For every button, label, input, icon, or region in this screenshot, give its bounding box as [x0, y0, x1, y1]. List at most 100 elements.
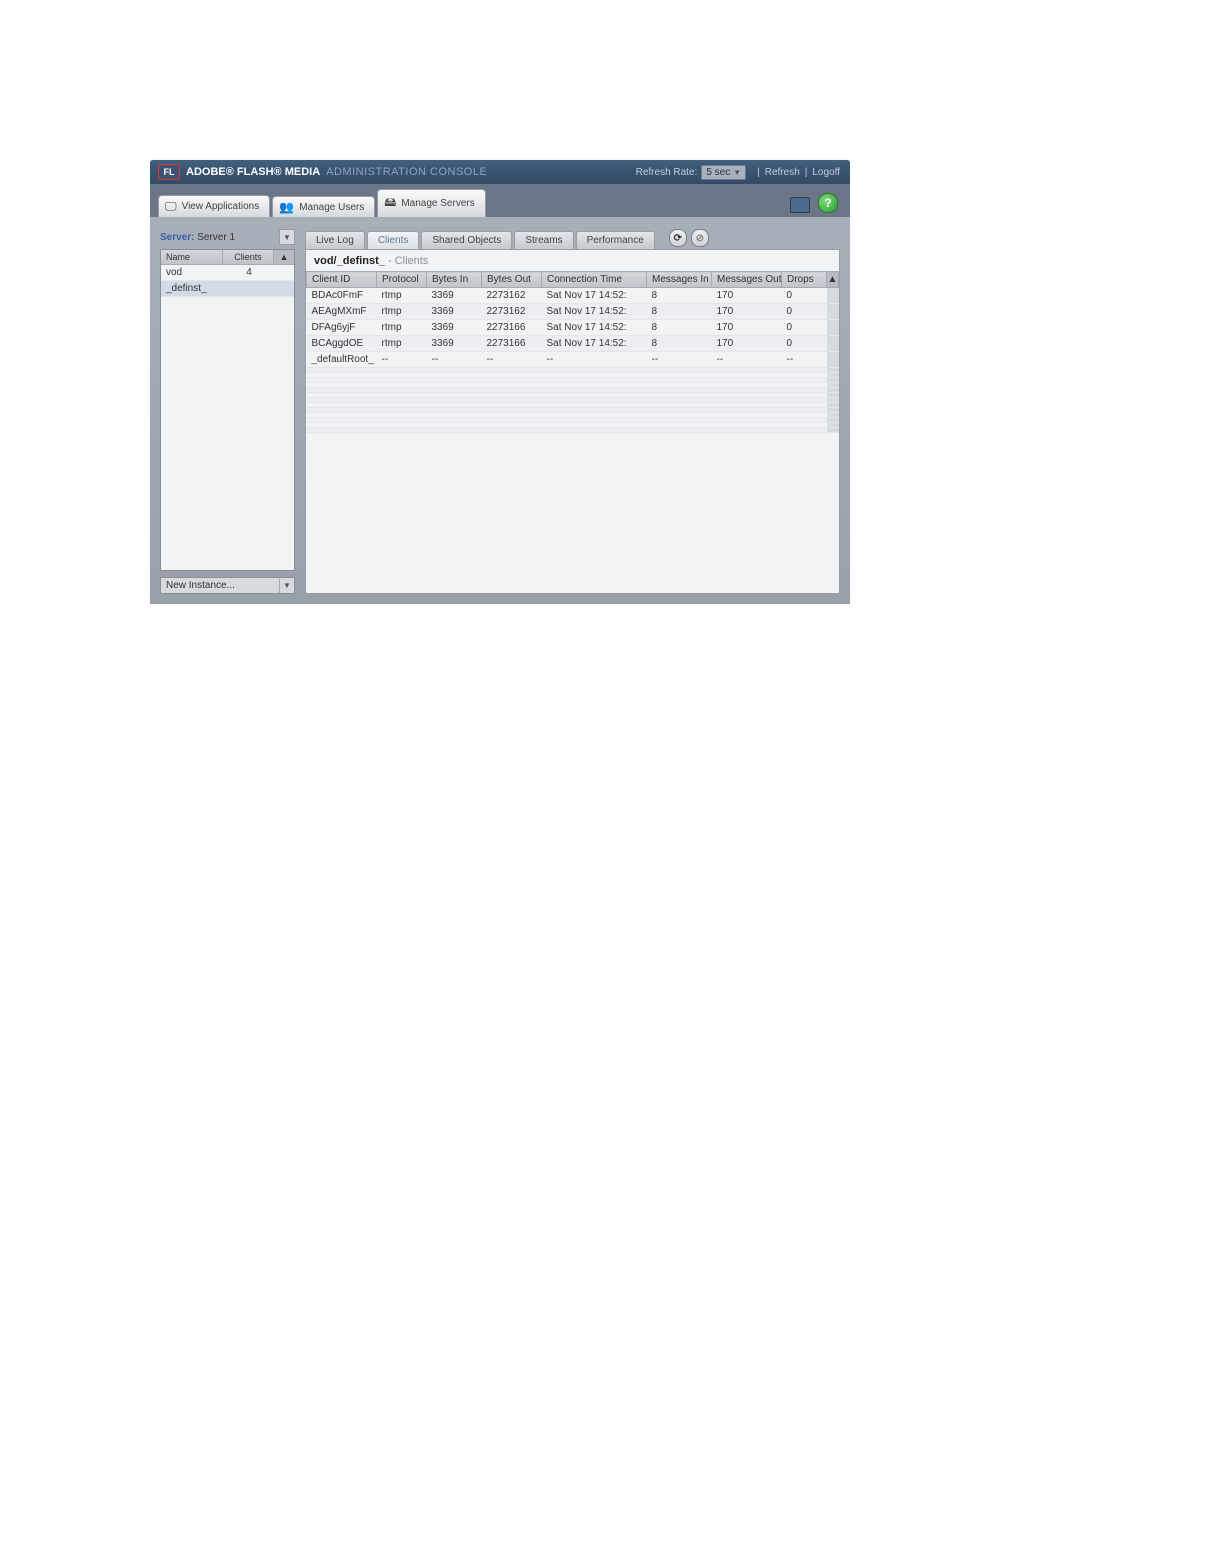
cell-client-id: AEAgMXmF	[307, 304, 377, 320]
cell-client-id: BCAggdOE	[307, 336, 377, 352]
separator: |	[805, 167, 808, 178]
refresh-rate-label: Refresh Rate:	[636, 167, 698, 178]
cell-messages-out: 170	[712, 336, 782, 352]
panel-title: vod/_definst_ - Clients	[306, 250, 839, 271]
cell-messages-in: --	[647, 352, 712, 368]
scrollbar-track[interactable]	[827, 288, 839, 304]
stop-button[interactable]: ⊘	[691, 229, 709, 247]
clients-table: Client ID Protocol Bytes In Bytes Out Co…	[306, 271, 839, 433]
col-name[interactable]: Name	[161, 250, 223, 264]
scroll-up-icon[interactable]: ▲	[827, 272, 839, 288]
tab-shared-objects[interactable]: Shared Objects	[421, 231, 512, 249]
table-row	[307, 428, 839, 433]
col-client-id[interactable]: Client ID	[307, 272, 377, 288]
top-controls: Refresh Rate: 5 sec ▼ | Refresh | Logoff	[636, 165, 840, 180]
cell-bytes-in: --	[427, 352, 482, 368]
reload-button[interactable]: ⟳	[669, 229, 687, 247]
logoff-link[interactable]: Logoff	[812, 167, 840, 178]
cell-bytes-out: 2273166	[482, 320, 542, 336]
cell-drops: --	[782, 352, 827, 368]
section-name: - Clients	[388, 255, 428, 267]
tab-streams[interactable]: Streams	[514, 231, 573, 249]
tab-manage-users[interactable]: 👥 Manage Users	[272, 196, 375, 217]
cell-messages-out: 170	[712, 304, 782, 320]
tab-clients[interactable]: Clients	[367, 231, 420, 249]
cell-client-id	[307, 428, 377, 433]
cell-protocol: rtmp	[377, 288, 427, 304]
new-instance-button[interactable]: New Instance... ▼	[160, 577, 295, 594]
app-clients	[224, 281, 274, 296]
col-bytes-in[interactable]: Bytes In	[427, 272, 482, 288]
scrollbar-track[interactable]	[827, 428, 839, 433]
users-icon: 👥	[279, 200, 294, 214]
table-row[interactable]: AEAgMXmFrtmp33692273162Sat Nov 17 14:52:…	[307, 304, 839, 320]
application-list: Name Clients ▲ vod 4 _definst_	[160, 249, 295, 571]
list-item[interactable]: _definst_	[161, 281, 294, 297]
cell-bytes-out: --	[482, 352, 542, 368]
new-instance-label: New Instance...	[161, 578, 279, 593]
col-connection-time[interactable]: Connection Time	[542, 272, 647, 288]
cell-bytes-in: 3369	[427, 304, 482, 320]
cell-messages-out: --	[712, 352, 782, 368]
clients-panel: vod/_definst_ - Clients Client ID Protoc…	[305, 249, 840, 594]
cell-messages-in: 8	[647, 320, 712, 336]
tab-manage-servers[interactable]: 🖴 Manage Servers	[377, 189, 486, 217]
scrollbar-track[interactable]	[827, 352, 839, 368]
col-protocol[interactable]: Protocol	[377, 272, 427, 288]
cell-messages-in: 8	[647, 288, 712, 304]
instance-name: vod/_definst_	[314, 255, 385, 267]
tab-view-applications[interactable]: 🖵 View Applications	[158, 195, 270, 217]
cell-drops: 0	[782, 320, 827, 336]
cell-bytes-in	[427, 428, 482, 433]
display-icon[interactable]	[790, 197, 810, 213]
cell-bytes-in: 3369	[427, 288, 482, 304]
tab-live-log[interactable]: Live Log	[305, 231, 365, 249]
table-row[interactable]: BCAggdOErtmp33692273166Sat Nov 17 14:52:…	[307, 336, 839, 352]
cell-messages-in: 8	[647, 304, 712, 320]
scrollbar-track[interactable]	[827, 320, 839, 336]
chevron-down-icon: ▼	[733, 168, 741, 177]
col-clients[interactable]: Clients	[223, 250, 274, 264]
server-icon: 🖴	[384, 193, 396, 214]
help-icon[interactable]: ?	[818, 193, 838, 213]
refresh-rate-select[interactable]: 5 sec ▼	[701, 165, 746, 180]
tab-label: View Applications	[182, 201, 260, 212]
cell-client-id: _defaultRoot_	[307, 352, 377, 368]
app-clients: 4	[224, 265, 274, 280]
cell-drops	[782, 428, 827, 433]
cell-connection-time: Sat Nov 17 14:52:	[542, 320, 647, 336]
col-bytes-out[interactable]: Bytes Out	[482, 272, 542, 288]
scroll-up-icon[interactable]: ▲	[274, 250, 294, 264]
col-drops[interactable]: Drops	[782, 272, 827, 288]
logo-icon: FL	[158, 164, 180, 180]
tab-performance[interactable]: Performance	[576, 231, 655, 249]
scrollbar-track[interactable]	[827, 304, 839, 320]
cell-connection-time: Sat Nov 17 14:52:	[542, 336, 647, 352]
table-row[interactable]: DFAg6yjFrtmp33692273166Sat Nov 17 14:52:…	[307, 320, 839, 336]
title-bar: FL ADOBE® FLASH® MEDIA ADMINISTRATION CO…	[150, 160, 850, 184]
brand-subtext: ADMINISTRATION CONSOLE	[326, 166, 487, 178]
list-item[interactable]: vod 4	[161, 265, 294, 281]
tab-label: Manage Users	[299, 202, 364, 213]
table-row[interactable]: _defaultRoot_--------------	[307, 352, 839, 368]
main-panel: Live Log Clients Shared Objects Streams …	[305, 229, 840, 594]
scrollbar-track[interactable]	[827, 336, 839, 352]
cell-bytes-out: 2273166	[482, 336, 542, 352]
cell-messages-in: 8	[647, 336, 712, 352]
panel-tabs: Live Log Clients Shared Objects Streams …	[305, 229, 840, 249]
chevron-down-icon: ▼	[279, 578, 294, 593]
col-messages-out[interactable]: Messages Out	[712, 272, 782, 288]
app-window: FL ADOBE® FLASH® MEDIA ADMINISTRATION CO…	[150, 160, 850, 604]
brand: FL ADOBE® FLASH® MEDIA ADMINISTRATION CO…	[158, 164, 636, 180]
cell-messages-out	[712, 428, 782, 433]
cell-connection-time: --	[542, 352, 647, 368]
server-dropdown[interactable]: ▼	[279, 229, 295, 245]
col-messages-in[interactable]: Messages In	[647, 272, 712, 288]
cell-protocol: rtmp	[377, 320, 427, 336]
cell-protocol: rtmp	[377, 304, 427, 320]
table-row[interactable]: BDAc0FmFrtmp33692273162Sat Nov 17 14:52:…	[307, 288, 839, 304]
refresh-link[interactable]: Refresh	[765, 167, 800, 178]
cell-bytes-out: 2273162	[482, 304, 542, 320]
cell-protocol: rtmp	[377, 336, 427, 352]
cell-bytes-in: 3369	[427, 320, 482, 336]
